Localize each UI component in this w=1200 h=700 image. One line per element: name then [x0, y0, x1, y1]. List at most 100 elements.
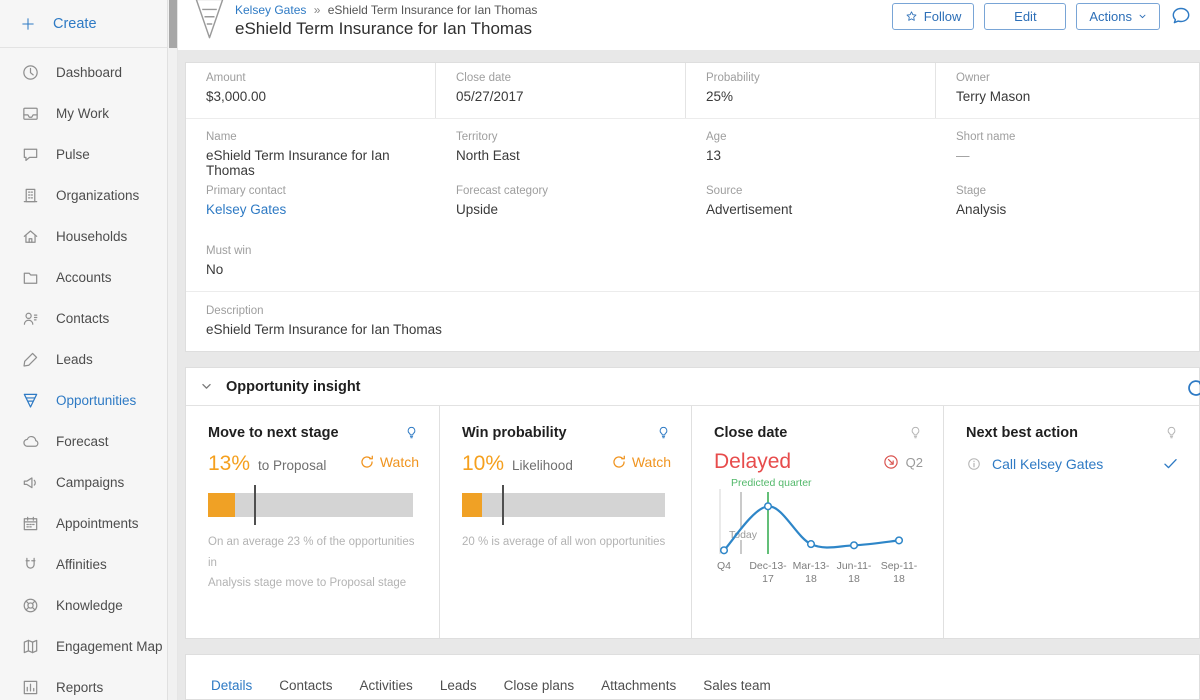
field-label: Must win: [206, 245, 1199, 257]
field-amount: Amount$3,000.00: [186, 63, 436, 118]
field-value: Upside: [456, 202, 676, 217]
sidebar-item-forecast[interactable]: Forecast: [0, 421, 167, 462]
sidebar-item-opportunities[interactable]: Opportunities: [0, 380, 167, 421]
field-name: NameeShield Term Insurance for Ian Thoma…: [186, 119, 436, 173]
must-win-field: Must win No: [186, 231, 1199, 292]
tab-attachments[interactable]: Attachments: [601, 678, 676, 693]
edit-label: Edit: [1014, 9, 1036, 24]
tab-close-plans[interactable]: Close plans: [504, 678, 575, 693]
tab-sales-team[interactable]: Sales team: [703, 678, 771, 693]
sidebar-item-contacts[interactable]: Contacts: [0, 298, 167, 339]
tab-details[interactable]: Details: [211, 678, 252, 693]
dashboard-icon: [21, 63, 40, 82]
bulb-icon[interactable]: [1164, 425, 1179, 440]
win-caption: 20 % is average of all won opportunities: [462, 532, 671, 553]
svg-text:Sep-11-: Sep-11-: [881, 560, 918, 572]
sidebar-item-label: Dashboard: [56, 65, 122, 80]
follow-button[interactable]: Follow: [892, 3, 975, 30]
field-label: Owner: [956, 72, 1189, 84]
field-value: —: [956, 148, 1189, 163]
field-value: North East: [456, 148, 676, 163]
sidebar-item-label: Engagement Map: [56, 639, 163, 654]
stage-bar-fill: [208, 493, 235, 517]
sidebar-item-affinities[interactable]: Affinities: [0, 544, 167, 585]
tab-leads[interactable]: Leads: [440, 678, 477, 693]
close-date-status: Delayed: [714, 450, 791, 474]
stage-progress-bar: [208, 493, 413, 517]
card-title: Close date: [714, 425, 787, 441]
fields-row: Amount$3,000.00Close date05/27/2017Proba…: [186, 63, 1199, 119]
edit-button[interactable]: Edit: [984, 3, 1066, 30]
sidebar-item-label: My Work: [56, 106, 109, 121]
info-icon[interactable]: [966, 456, 982, 472]
field-label: Description: [206, 305, 1199, 317]
watch-link-stage[interactable]: Watch: [359, 454, 419, 470]
sidebar-item-engagement-map[interactable]: Engagement Map: [0, 626, 167, 667]
collapse-chevron-icon[interactable]: [200, 380, 213, 393]
my-work-icon: [21, 104, 40, 123]
create-label: Create: [53, 16, 97, 32]
insight-card-move-to-next-stage: Move to next stage 13% to Proposal Watch: [186, 406, 440, 638]
sidebar-item-campaigns[interactable]: Campaigns: [0, 462, 167, 503]
sidebar-item-households[interactable]: Households: [0, 216, 167, 257]
actions-button[interactable]: Actions: [1076, 3, 1160, 30]
sidebar-item-accounts[interactable]: Accounts: [0, 257, 167, 298]
field-territory: TerritoryNorth East: [436, 119, 686, 173]
svg-text:18: 18: [848, 573, 860, 585]
insight-header: Opportunity insight: [186, 368, 1199, 406]
sidebar-item-organizations[interactable]: Organizations: [0, 175, 167, 216]
tab-activities[interactable]: Activities: [360, 678, 413, 693]
bulb-icon[interactable]: [404, 425, 419, 440]
watch-icon: [611, 454, 627, 470]
contacts-icon: [21, 309, 40, 328]
star-icon: [905, 10, 918, 23]
svg-text:Q4: Q4: [717, 560, 731, 572]
opportunity-funnel-icon: [194, 0, 225, 50]
watch-link-win[interactable]: Watch: [611, 454, 671, 470]
next-best-action-link[interactable]: Call Kelsey Gates: [992, 456, 1103, 472]
field-label: Name: [206, 131, 426, 143]
svg-text:18: 18: [893, 573, 905, 585]
check-icon[interactable]: [1162, 455, 1179, 472]
quarter-indicator: Q2: [882, 453, 923, 471]
quarter-label: Q2: [906, 455, 923, 470]
chat-icon[interactable]: [1170, 5, 1192, 27]
insight-card-win-probability: Win probability 10% Likelihood Watch: [440, 406, 692, 638]
sidebar-item-label: Appointments: [56, 516, 139, 531]
sidebar-item-label: Knowledge: [56, 598, 123, 613]
refresh-icon[interactable]: [1185, 377, 1200, 399]
breadcrumb-current: eShield Term Insurance for Ian Thomas: [328, 3, 538, 17]
stage-bar-marker: [254, 485, 256, 525]
sidebar-nav: Dashboard My Work Pulse Organizations Househ…: [0, 48, 167, 700]
tab-contacts[interactable]: Contacts: [279, 678, 332, 693]
main-header: Kelsey Gates » eShield Term Insurance fo…: [178, 0, 1200, 50]
sidebar-item-dashboard[interactable]: Dashboard: [0, 52, 167, 93]
field-label: Probability: [706, 72, 925, 84]
create-button[interactable]: Create: [0, 0, 167, 48]
breadcrumb-parent-link[interactable]: Kelsey Gates: [235, 3, 306, 17]
field-owner: OwnerTerry Mason: [936, 63, 1199, 118]
scrollbar-thumb[interactable]: [169, 0, 177, 48]
card-title: Win probability: [462, 425, 567, 441]
vertical-scrollbar: [168, 0, 178, 700]
win-percent: 10%: [462, 452, 504, 476]
plus-icon: [20, 16, 36, 32]
sidebar-item-leads[interactable]: Leads: [0, 339, 167, 380]
field-short-name: Short name—: [936, 119, 1199, 173]
bulb-icon[interactable]: [908, 425, 923, 440]
field-label: Forecast category: [456, 185, 676, 197]
watch-label: Watch: [632, 454, 671, 470]
svg-text:Mar-13-: Mar-13-: [793, 560, 830, 572]
field-value[interactable]: Kelsey Gates: [206, 202, 426, 217]
sidebar-item-appointments[interactable]: Appointments: [0, 503, 167, 544]
svg-text:18: 18: [805, 573, 817, 585]
bulb-icon[interactable]: [656, 425, 671, 440]
actions-label: Actions: [1089, 9, 1132, 24]
households-icon: [21, 227, 40, 246]
sidebar-item-reports[interactable]: Reports: [0, 667, 167, 700]
sidebar-item-knowledge[interactable]: Knowledge: [0, 585, 167, 626]
sidebar-item-my-work[interactable]: My Work: [0, 93, 167, 134]
sidebar-item-pulse[interactable]: Pulse: [0, 134, 167, 175]
insight-title: Opportunity insight: [226, 379, 361, 395]
sidebar-item-label: Organizations: [56, 188, 139, 203]
